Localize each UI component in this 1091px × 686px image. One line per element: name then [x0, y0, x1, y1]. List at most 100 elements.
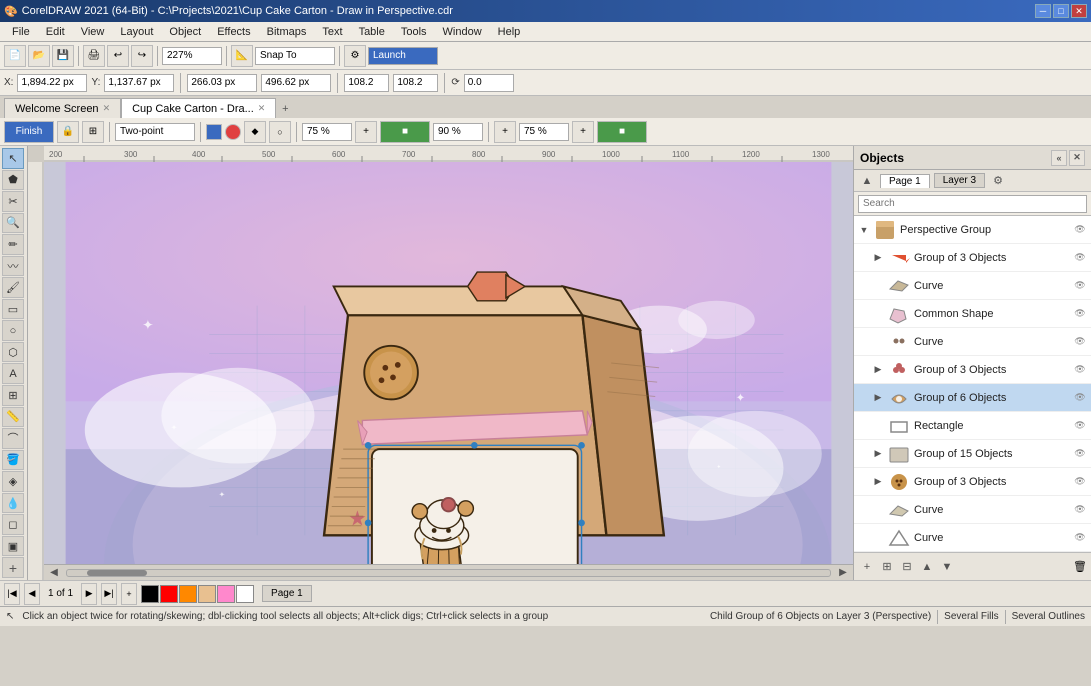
list-item[interactable]: ▶ Group of 15 Objects 👁 — [854, 440, 1091, 468]
color-green2[interactable]: ■ — [597, 121, 647, 143]
panel-btn2[interactable]: ⊞ — [878, 558, 896, 576]
connector-tool[interactable]: ⌒ — [2, 428, 24, 449]
list-item[interactable]: Curve 👁 — [854, 272, 1091, 300]
layer-settings[interactable]: ⚙ — [989, 172, 1007, 190]
zoom-val2[interactable]: 90 % — [433, 123, 483, 141]
panel-btn5[interactable]: ▼ — [938, 558, 956, 576]
tab-welcome-close[interactable]: ✕ — [103, 103, 111, 114]
visibility-icon[interactable]: 👁 — [1073, 363, 1087, 377]
search-input[interactable] — [858, 195, 1087, 213]
visibility-icon[interactable]: 👁 — [1073, 447, 1087, 461]
tab-welcome[interactable]: Welcome Screen ✕ — [4, 98, 121, 118]
menu-item-object[interactable]: Object — [161, 24, 209, 40]
tab-cupcake[interactable]: Cup Cake Carton - Dra... ✕ — [121, 98, 276, 118]
expand-icon[interactable]: ▶ — [872, 252, 884, 264]
finish-button[interactable]: Finish — [4, 121, 54, 143]
add-btn3[interactable]: + — [572, 121, 594, 143]
menu-item-file[interactable]: File — [4, 24, 38, 40]
prop-btn2[interactable]: ⊞ — [82, 121, 104, 143]
expand-icon[interactable]: ▶ — [872, 364, 884, 376]
add-btn2[interactable]: + — [494, 121, 516, 143]
perspective-type[interactable]: Two-point — [115, 123, 195, 141]
settings-button[interactable]: ⚙ — [344, 45, 366, 67]
menu-item-bitmaps[interactable]: Bitmaps — [259, 24, 315, 40]
add-zoom[interactable]: + — [355, 121, 377, 143]
save-button[interactable]: 💾 — [52, 45, 74, 67]
list-item[interactable]: ▶ Group of 3 Objects 👁 — [854, 468, 1091, 496]
visibility-icon[interactable]: 👁 — [1073, 223, 1087, 237]
layer-arrow-left[interactable]: ▲ — [858, 172, 876, 190]
smart-fill[interactable]: ◈ — [2, 471, 24, 492]
transparency[interactable]: ◻ — [2, 514, 24, 535]
minimize-button[interactable]: ─ — [1035, 4, 1051, 18]
new-button[interactable]: 📄 — [4, 45, 26, 67]
snap-dropdown[interactable]: Snap To — [255, 47, 335, 65]
menu-item-edit[interactable]: Edit — [38, 24, 73, 40]
undo-button[interactable]: ↩ — [107, 45, 129, 67]
shadow-tool[interactable]: ▣ — [2, 536, 24, 557]
expand-icon[interactable]: ▶ — [872, 392, 884, 404]
scale-w-input[interactable] — [344, 74, 389, 92]
visibility-icon[interactable]: 👁 — [1073, 419, 1087, 433]
lock-btn[interactable]: 🔒 — [57, 121, 79, 143]
visibility-icon[interactable]: 👁 — [1073, 531, 1087, 545]
menu-item-text[interactable]: Text — [314, 24, 350, 40]
expand-tools[interactable]: + — [2, 557, 24, 578]
list-item[interactable]: ▶ Group of 3 Objects 👁 — [854, 244, 1091, 272]
first-page-btn[interactable]: |◀ — [4, 583, 20, 605]
menu-item-help[interactable]: Help — [490, 24, 529, 40]
zoom-val1[interactable]: 75 % — [302, 123, 352, 141]
last-page-btn[interactable]: ▶| — [101, 583, 117, 605]
zoom-tool[interactable]: 🔍 — [2, 213, 24, 234]
expand-icon[interactable]: ▶ — [872, 448, 884, 460]
menu-item-tools[interactable]: Tools — [393, 24, 435, 40]
color-green[interactable]: ■ — [380, 121, 430, 143]
freehand-tool[interactable]: ✏ — [2, 234, 24, 255]
color-tan[interactable] — [198, 585, 216, 603]
panel-expand-btn[interactable]: ✕ — [1069, 150, 1085, 166]
visibility-icon[interactable]: 👁 — [1073, 335, 1087, 349]
color-white[interactable] — [236, 585, 254, 603]
scroll-thumb[interactable] — [87, 570, 147, 576]
visibility-icon[interactable]: 👁 — [1073, 307, 1087, 321]
color-circle-red[interactable] — [225, 124, 241, 140]
panel-btn3[interactable]: ⊟ — [898, 558, 916, 576]
measure-tool[interactable]: 📏 — [2, 407, 24, 428]
x-input[interactable] — [17, 74, 87, 92]
shape-diamond[interactable]: ◆ — [244, 121, 266, 143]
shape-tool[interactable]: ⬟ — [2, 170, 24, 191]
zoom-dropdown[interactable]: 227% — [162, 47, 222, 65]
visibility-icon[interactable]: 👁 — [1073, 279, 1087, 293]
next-page-btn[interactable]: ▶ — [81, 583, 97, 605]
menu-item-table[interactable]: Table — [351, 24, 393, 40]
page-tab[interactable]: Page 1 — [262, 585, 312, 602]
height-input[interactable] — [261, 74, 331, 92]
color-pink[interactable] — [217, 585, 235, 603]
list-item[interactable]: Curve 👁 — [854, 496, 1091, 524]
redo-button[interactable]: ↪ — [131, 45, 153, 67]
menu-item-effects[interactable]: Effects — [209, 24, 258, 40]
panel-collapse-btn[interactable]: « — [1051, 150, 1067, 166]
panel-btn4[interactable]: ▲ — [918, 558, 936, 576]
add-tab-button[interactable]: + — [276, 100, 294, 118]
add-layer-btn[interactable]: + — [858, 558, 876, 576]
prev-page-btn[interactable]: ◀ — [24, 583, 40, 605]
visibility-icon[interactable]: 👁 — [1073, 503, 1087, 517]
smart-draw[interactable]: 〰 — [2, 256, 24, 277]
shape-circle[interactable]: ○ — [269, 121, 291, 143]
artistic-media[interactable]: 🖌 — [2, 277, 24, 298]
color-box-blue[interactable] — [206, 124, 222, 140]
canvas-area[interactable]: 200 300 400 500 600 700 800 900 1000 110… — [28, 146, 853, 580]
color-black[interactable] — [141, 585, 159, 603]
delete-btn[interactable]: 🗑 — [1073, 560, 1087, 573]
eyedropper[interactable]: 💧 — [2, 493, 24, 514]
ellipse-tool[interactable]: ○ — [2, 320, 24, 341]
color-orange[interactable] — [179, 585, 197, 603]
text-tool[interactable]: A — [2, 363, 24, 384]
page-chip[interactable]: Page 1 — [880, 174, 930, 188]
angle-input[interactable] — [464, 74, 514, 92]
crop-tool[interactable]: ✂ — [2, 191, 24, 212]
scale-h-input[interactable] — [393, 74, 438, 92]
fill-tool[interactable]: 🪣 — [2, 450, 24, 471]
canvas-content[interactable]: ✦ ✦ ✦ ✦ ✦ ✦ ✦ ✦ — [44, 162, 853, 564]
